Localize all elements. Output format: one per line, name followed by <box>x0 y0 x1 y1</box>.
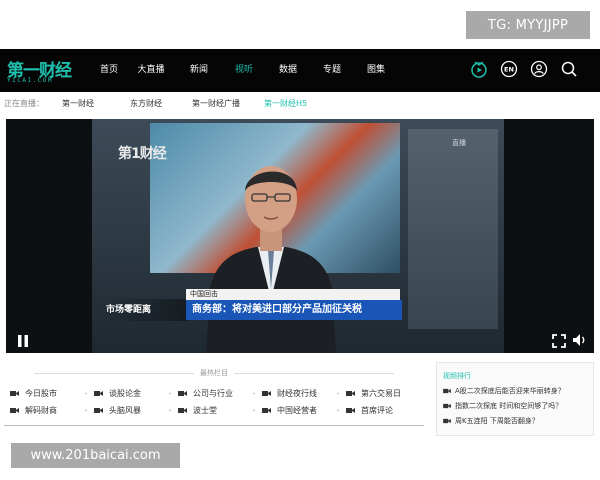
live-label: 正在直播： <box>4 98 44 108</box>
lang-label: EN <box>504 66 514 74</box>
corner-tag: 直播 <box>452 139 466 147</box>
featured-item[interactable]: 解码财商 • <box>4 405 88 416</box>
language-icon[interactable]: EN <box>498 58 520 80</box>
video-camera-icon <box>178 408 187 413</box>
featured-item[interactable]: 第六交易日 <box>340 388 424 399</box>
featured-columns: 最热栏目 今日股市 • 谈股论金 • 公司与行业 • 财经夜行线 • 第六交易日 解码财… <box>4 364 424 430</box>
video-camera-icon <box>262 408 271 413</box>
featured-label: 第六交易日 <box>361 389 401 398</box>
menu-item-data[interactable]: 数据 <box>266 49 310 92</box>
menu-item-live[interactable]: 大直播 <box>126 49 176 92</box>
search-icon[interactable] <box>558 58 580 80</box>
user-icon[interactable] <box>528 58 550 80</box>
video-camera-icon <box>262 391 271 396</box>
channel-logo: 第1财经 <box>118 146 167 162</box>
featured-label: 财经夜行线 <box>277 389 317 398</box>
ranking-label: 指数二次探底 时间和空间够了吗？ <box>455 402 563 410</box>
show-name: 市场零距离 <box>102 299 190 321</box>
video-camera-icon <box>94 391 103 396</box>
featured-item[interactable]: 中国经营者 • <box>256 405 340 416</box>
featured-label: 谈股论金 <box>109 389 141 398</box>
featured-label: 波士堂 <box>193 406 217 415</box>
ranking-label: A股二次探底后能否迎来华丽转身？ <box>455 387 565 395</box>
pause-icon[interactable] <box>16 333 30 347</box>
featured-item[interactable]: 波士堂 • <box>172 405 256 416</box>
fullscreen-icon[interactable] <box>552 333 566 348</box>
featured-label: 公司与行业 <box>193 389 233 398</box>
video-camera-icon <box>178 391 187 396</box>
main-nav: 第一财经 YICAI.COM 首页 大直播 新闻 视听 数据 专题 图集 EN <box>0 49 600 92</box>
logo-subtext: YICAI.COM <box>7 77 54 84</box>
featured-label: 解码财商 <box>25 406 57 415</box>
featured-label: 今日股市 <box>25 389 57 398</box>
volume-icon[interactable] <box>572 332 588 348</box>
featured-item[interactable]: 今日股市 • <box>4 388 88 399</box>
featured-grid: 今日股市 • 谈股论金 • 公司与行业 • 财经夜行线 • 第六交易日 解码财商 • 头脑… <box>4 388 424 416</box>
live-channel-h5[interactable]: 第一财经H5 <box>264 98 307 109</box>
menu-item-gallery[interactable]: 图集 <box>354 49 398 92</box>
live-strip: 正在直播： 第一财经 东方财经 第一财经广播 第一财经H5 <box>0 94 600 112</box>
tv-icon[interactable] <box>468 58 490 80</box>
site-logo[interactable]: 第一财经 YICAI.COM <box>7 56 79 86</box>
menu-item-video[interactable]: 视听 <box>222 49 266 92</box>
live-channel-yicai[interactable]: 第一财经 <box>62 98 130 109</box>
ranking-title: 视频排行 <box>443 372 471 380</box>
video-camera-icon <box>10 391 19 396</box>
ranking-item[interactable]: A股二次探底后能否迎来华丽转身？ <box>437 381 593 396</box>
featured-item[interactable]: 公司与行业 • <box>172 388 256 399</box>
video-camera-icon <box>10 408 19 413</box>
video-ranking: 视频排行 A股二次探底后能否迎来华丽转身？ 指数二次探底 时间和空间够了吗？ 周… <box>436 362 594 436</box>
top-menu: 首页 大直播 新闻 视听 数据 专题 图集 <box>92 49 398 92</box>
ranking-item[interactable]: 指数二次探底 时间和空间够了吗？ <box>437 396 593 411</box>
menu-item-home[interactable]: 首页 <box>92 49 126 92</box>
video-camera-icon <box>443 388 451 394</box>
ranking-item[interactable]: 周K五连阳 下周能否翻身？ <box>437 411 593 426</box>
video-camera-icon <box>346 391 355 396</box>
menu-item-news[interactable]: 新闻 <box>176 49 222 92</box>
caption-main: 商务部：将对美进口部分产品加征关税 <box>186 300 402 320</box>
video-player[interactable]: 第1财经 直播 市场零距离 中国回击 商务部：将对美进口部分产品加征关税 <box>6 119 594 353</box>
featured-label: 头脑风暴 <box>109 406 141 415</box>
featured-item[interactable]: 头脑风暴 • <box>88 405 172 416</box>
featured-item[interactable]: 财经夜行线 • <box>256 388 340 399</box>
featured-label: 首席评论 <box>361 406 393 415</box>
live-channel-dongfang[interactable]: 东方财经 <box>130 98 192 109</box>
video-camera-icon <box>94 408 103 413</box>
nav-icons: EN <box>468 58 580 84</box>
featured-label: 中国经营者 <box>277 406 317 415</box>
divider <box>4 425 424 426</box>
video-camera-icon <box>443 403 451 409</box>
video-camera-icon <box>346 408 355 413</box>
menu-item-topics[interactable]: 专题 <box>310 49 354 92</box>
caption-top: 中国回击 <box>186 289 400 300</box>
watermark-bottom: www.201baicai.com <box>11 443 180 468</box>
video-camera-icon <box>443 418 451 424</box>
news-lower-third: 市场零距离 中国回击 商务部：将对美进口部分产品加征关税 <box>102 289 402 323</box>
featured-item[interactable]: 谈股论金 • <box>88 388 172 399</box>
featured-title: 最热栏目 <box>4 368 424 378</box>
live-channel-radio[interactable]: 第一财经广播 <box>192 98 264 109</box>
watermark-top: TG: MYYJJPP <box>466 11 590 39</box>
studio-backdrop <box>408 129 498 329</box>
ranking-label: 周K五连阳 下周能否翻身？ <box>455 417 539 425</box>
featured-item[interactable]: 首席评论 <box>340 405 424 416</box>
